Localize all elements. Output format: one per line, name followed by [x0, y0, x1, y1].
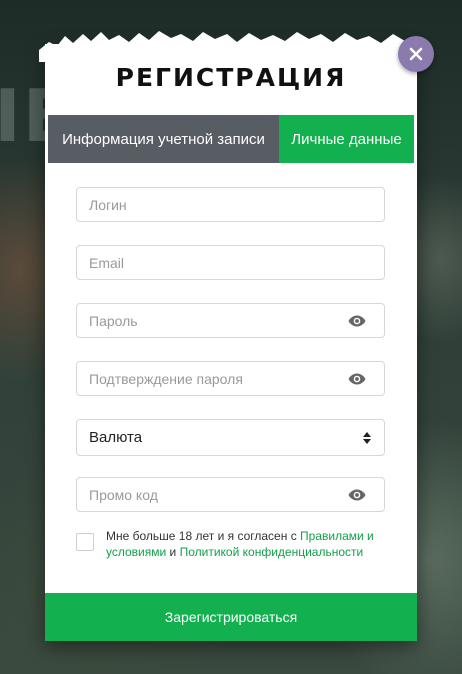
currency-value: Валюта — [89, 429, 143, 446]
currency-select[interactable]: Валюта — [76, 419, 385, 456]
close-button[interactable] — [398, 36, 434, 72]
eye-icon[interactable] — [348, 315, 366, 327]
confirm-password-input[interactable] — [77, 362, 348, 395]
tab-account-info[interactable]: Информация учетной записи — [48, 115, 279, 163]
password-field — [76, 303, 385, 338]
agreement-text: Мне больше 18 лет и я согласен с Правила… — [106, 528, 386, 560]
promo-field — [76, 477, 385, 512]
eye-icon[interactable] — [348, 489, 366, 501]
agreement-text-before: Мне больше 18 лет и я согласен с — [106, 529, 301, 543]
promo-input[interactable] — [77, 478, 348, 511]
login-field — [76, 187, 385, 222]
torn-paper-edge — [39, 31, 423, 62]
registration-modal: РЕГИСТРАЦИЯ Информация учетной записи Ли… — [39, 31, 423, 641]
email-input[interactable] — [77, 246, 384, 279]
agreement-text-middle: и — [166, 545, 180, 559]
close-icon — [409, 47, 423, 61]
agree-checkbox[interactable] — [76, 533, 94, 551]
tab-bar: Информация учетной записи Личные данные — [48, 115, 414, 163]
eye-icon[interactable] — [348, 373, 366, 385]
login-input[interactable] — [77, 188, 384, 221]
sort-caret-icon — [363, 431, 371, 444]
confirm-password-field — [76, 361, 385, 396]
privacy-link[interactable]: Политикой конфиденциальности — [180, 545, 364, 559]
email-field — [76, 245, 385, 280]
register-button[interactable]: Зарегистрироваться — [45, 593, 417, 641]
tab-personal-data[interactable]: Личные данные — [279, 115, 414, 163]
password-input[interactable] — [77, 304, 348, 337]
modal-title: РЕГИСТРАЦИЯ — [115, 63, 347, 92]
